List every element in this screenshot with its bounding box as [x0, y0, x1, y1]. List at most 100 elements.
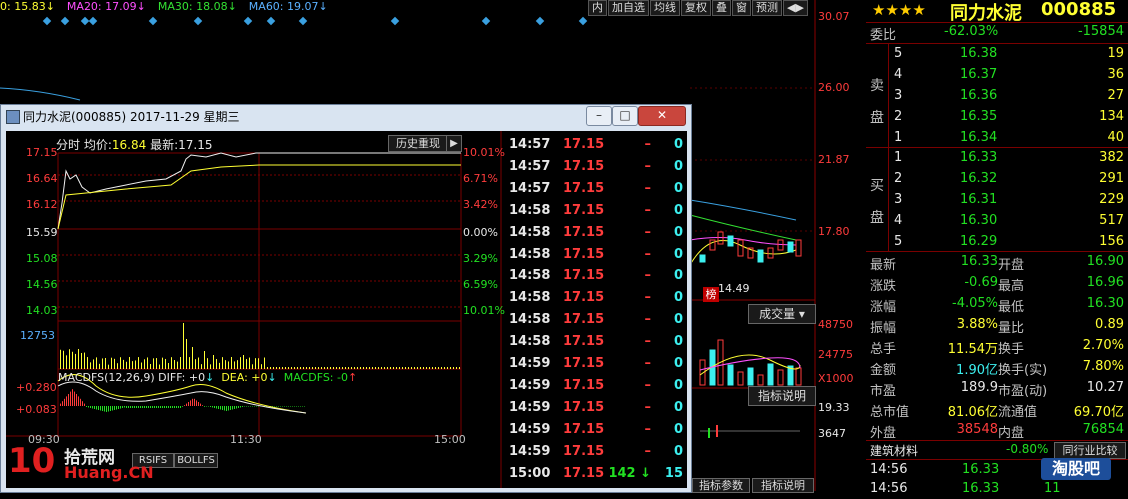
price-axis-label: 15.08	[26, 252, 58, 265]
macd-bar	[178, 406, 179, 408]
tick-volume: –	[644, 399, 652, 415]
volume-bar	[228, 361, 229, 369]
trade-tick-row: 14:57 17.15 – 0	[507, 134, 687, 156]
trade-tick-row: 14:58 17.15 – 0	[507, 309, 687, 331]
rank-badge[interactable]: 榜	[703, 287, 719, 302]
macd-bar	[204, 406, 205, 407]
stat-value: 76854	[1082, 422, 1124, 437]
macd-legend: MACDFS(12,26,9) DIFF: +0↓ DEA: +0↓ MACDF…	[58, 371, 358, 384]
percent-axis-label: 6.71%	[463, 172, 498, 185]
macd-bar	[106, 406, 107, 412]
tick-volume: –	[644, 180, 652, 196]
time-axis-label: 15:00	[434, 433, 466, 446]
toolbar-button[interactable]: 复权	[681, 0, 711, 16]
macd-bar	[304, 406, 305, 407]
tick-count: 0	[673, 202, 683, 218]
tick-time: 14:56	[870, 481, 908, 496]
volume-axis-label: 48750	[818, 318, 853, 331]
replay-step-button[interactable]: ▶	[446, 135, 462, 152]
stat-value: 38548	[956, 422, 998, 437]
volume-bar	[105, 357, 106, 369]
rating-stars: ★★★★	[872, 1, 926, 19]
volume-bar	[342, 367, 343, 369]
tick-time: 14:58	[509, 334, 551, 350]
volume-bar	[84, 352, 85, 369]
stat-value: -4.05%	[952, 296, 998, 311]
macd-bar	[214, 406, 215, 408]
volume-bar	[393, 367, 394, 369]
trade-tick-row: 14:57 17.15 – 0	[507, 178, 687, 200]
stat-value: 7.80%	[1082, 359, 1124, 374]
macd-bar	[218, 406, 219, 409]
industry-compare-button[interactable]: 同行业比较	[1054, 442, 1126, 459]
volume-bar	[360, 367, 361, 369]
stat-value: 189.9	[960, 380, 998, 395]
macd-bar	[244, 406, 245, 407]
macd-bar	[188, 402, 189, 406]
volume-bar	[222, 357, 223, 369]
stat-row: 金额 1.90亿 换手(实) 7.80%	[866, 357, 1128, 378]
toolbar-button[interactable]: 预测	[752, 0, 782, 16]
candle	[737, 239, 744, 257]
volume-bar	[189, 357, 190, 369]
macd-bar	[114, 406, 115, 410]
macd-bar	[62, 401, 63, 406]
industry-name[interactable]: 建筑材料	[870, 442, 918, 459]
macd-bar	[164, 406, 165, 408]
intraday-history-window: 同力水泥(000885) 2017-11-29 星期三 – □ ✕ 分时 均价:…	[0, 104, 692, 493]
tick-time: 14:56	[870, 462, 908, 477]
macd-bar	[138, 406, 139, 408]
volume-bar	[264, 357, 265, 369]
trade-tick-row: 14:58 17.15 – 0	[507, 222, 687, 244]
macd-bar	[104, 406, 105, 412]
volume-bar	[444, 367, 445, 369]
trade-tick-row: 14:59 17.15 – 0	[507, 441, 687, 463]
macd-bar	[240, 406, 241, 408]
macd-bar	[146, 406, 147, 408]
macd-bar	[172, 406, 173, 408]
volume-bar	[90, 362, 91, 369]
level-price: 16.29	[960, 234, 998, 249]
macd-bar	[226, 406, 227, 411]
toolbar-button[interactable]: 均线	[650, 0, 680, 16]
maximize-button[interactable]: □	[612, 106, 638, 126]
macd-bar	[208, 406, 209, 407]
toolbar-button[interactable]: 加自选	[608, 0, 649, 16]
volume-bar	[306, 367, 307, 369]
toolbar-button[interactable]: ◀▶	[783, 0, 808, 16]
toolbar-button[interactable]: 叠	[712, 0, 731, 16]
toolbar-button[interactable]: 内	[588, 0, 607, 16]
tick-time: 14:57	[509, 137, 551, 152]
volume-bar	[132, 361, 133, 369]
history-replay-button[interactable]: 历史重现	[388, 135, 448, 152]
level-index: 5	[894, 234, 903, 249]
stat-row: 总手 11.54万 换手 2.70%	[866, 336, 1128, 357]
volume-bar	[441, 367, 442, 369]
indicator-info-button[interactable]: 指标说明	[748, 386, 816, 406]
volume-bar	[459, 367, 460, 369]
buy-level-row: 4 16.30 517	[866, 211, 1128, 232]
macd-axis-label: +0.083	[16, 403, 57, 416]
volume-bar	[747, 367, 754, 386]
volume-bar	[276, 367, 277, 369]
volume-bar	[727, 364, 734, 386]
macd-bar	[194, 398, 195, 406]
close-button[interactable]: ✕	[638, 106, 686, 126]
macd-bar	[274, 406, 275, 407]
volume-bar	[396, 367, 397, 369]
minimize-button[interactable]: –	[586, 106, 612, 126]
volume-bar	[207, 358, 208, 369]
macd-bar	[82, 401, 83, 406]
volume-bar	[63, 350, 64, 369]
volume-bar	[381, 367, 382, 369]
tab-bollfs[interactable]: BOLLFS	[174, 453, 218, 468]
volume-indicator-button[interactable]: 成交量 ▾	[748, 304, 816, 324]
macd-bar	[144, 406, 145, 408]
volume-bar	[135, 360, 136, 369]
tick-count: 0	[673, 268, 683, 284]
volume-bar	[129, 357, 130, 369]
macd-bar	[300, 406, 301, 407]
macd-bar	[60, 403, 61, 406]
tick-time: 14:58	[509, 202, 551, 218]
toolbar-button[interactable]: 窗	[732, 0, 751, 16]
